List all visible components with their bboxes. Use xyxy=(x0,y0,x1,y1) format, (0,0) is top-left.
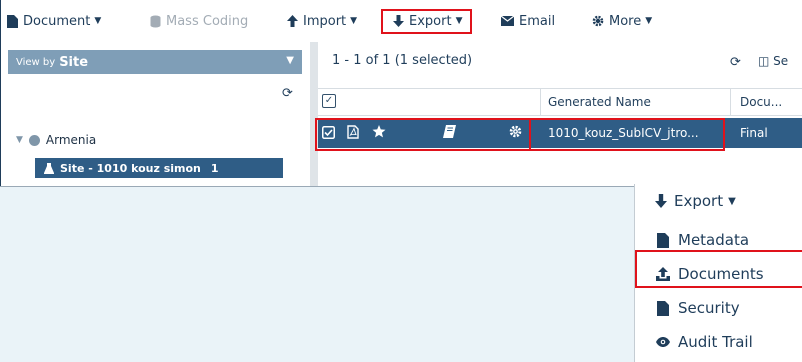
menu-item-label: Audit Trail xyxy=(678,333,753,351)
select-columns-button[interactable]: ◫ Se xyxy=(758,54,788,68)
document-grid: 1 - 1 of 1 (1 selected) ⟳ ◫ Se ✓ Generat… xyxy=(318,42,802,186)
menu-item-label: Metadata xyxy=(678,231,750,249)
panel-divider[interactable] xyxy=(310,42,318,186)
mass-coding-label: Mass Coding xyxy=(166,13,249,29)
arrow-down-icon xyxy=(655,194,667,208)
documents-highlight-box xyxy=(635,250,802,288)
import-label: Import xyxy=(303,13,347,29)
document-icon xyxy=(655,300,670,316)
export-menu-header[interactable]: Export ▼ xyxy=(635,184,802,218)
chevron-down-icon: ▼ xyxy=(728,195,736,207)
row-name-highlight-box xyxy=(529,118,725,151)
view-by-value: Site xyxy=(59,54,89,70)
refresh-icon[interactable]: ⟳ xyxy=(730,55,741,70)
database-icon xyxy=(149,14,161,28)
select-all-checkbox[interactable]: ✓ xyxy=(322,94,336,108)
menu-item-label: Security xyxy=(678,299,740,317)
menu-item-security[interactable]: Security xyxy=(635,291,802,325)
tree-node-label: Armenia xyxy=(45,133,97,147)
document-icon xyxy=(6,14,18,28)
chevron-down-icon: ▼ xyxy=(350,16,358,26)
column-header-generated-name[interactable]: Generated Name xyxy=(548,95,651,109)
document-menu[interactable]: Document ▼ xyxy=(6,9,101,33)
tree-node-armenia[interactable]: ▼ Armenia xyxy=(16,133,96,147)
document-status-cell: Final xyxy=(740,126,768,140)
chevron-down-icon: ▼ xyxy=(94,16,102,26)
expand-caret-icon[interactable]: ▼ xyxy=(16,135,23,145)
pager-text: 1 - 1 of 1 (1 selected) xyxy=(332,53,473,68)
arrow-up-icon xyxy=(286,14,298,28)
more-label: More xyxy=(609,13,642,29)
application-window: Document ▼ Mass Coding Import ▼ Export ▼ xyxy=(0,0,802,187)
column-separator xyxy=(540,89,541,115)
mass-coding-button[interactable]: Mass Coding xyxy=(149,9,248,33)
site-tree-item[interactable]: Site - 1010 kouz simon 1 xyxy=(35,158,283,178)
more-menu[interactable]: More ▼ xyxy=(592,9,652,33)
grid-header-row: ✓ Generated Name Docu... xyxy=(318,88,802,116)
row-actions-highlight-box xyxy=(315,118,531,151)
envelope-icon xyxy=(500,14,514,28)
site-item-count: 1 xyxy=(210,161,219,175)
left-panel: View by Site ▼ ⟳ ▼ Armenia Site - 1010 k… xyxy=(0,42,310,186)
export-highlight-box xyxy=(381,9,472,34)
globe-icon xyxy=(28,134,40,146)
site-item-label: Site - 1010 kouz simon xyxy=(60,161,201,175)
columns-icon: ◫ xyxy=(758,54,770,68)
chevron-down-icon: ▼ xyxy=(645,16,653,26)
refresh-icon[interactable]: ⟳ xyxy=(282,86,293,101)
select-columns-label: Se xyxy=(773,54,789,68)
flask-icon xyxy=(44,162,54,174)
document-icon xyxy=(655,232,670,248)
document-label: Document xyxy=(23,13,91,29)
menu-item-audit-trail[interactable]: Audit Trail xyxy=(635,325,802,359)
import-menu[interactable]: Import ▼ xyxy=(286,9,357,33)
export-menu-header-label: Export xyxy=(674,192,724,210)
view-by-dropdown[interactable]: View by Site ▼ xyxy=(8,50,302,74)
view-by-prefix: View by xyxy=(16,56,56,68)
email-button[interactable]: Email xyxy=(500,9,555,33)
column-header-document[interactable]: Docu... xyxy=(740,95,782,109)
column-separator xyxy=(730,89,731,115)
eye-icon xyxy=(655,337,670,347)
gear-icon xyxy=(592,14,604,28)
email-label: Email xyxy=(519,13,556,29)
chevron-down-icon: ▼ xyxy=(286,55,294,66)
